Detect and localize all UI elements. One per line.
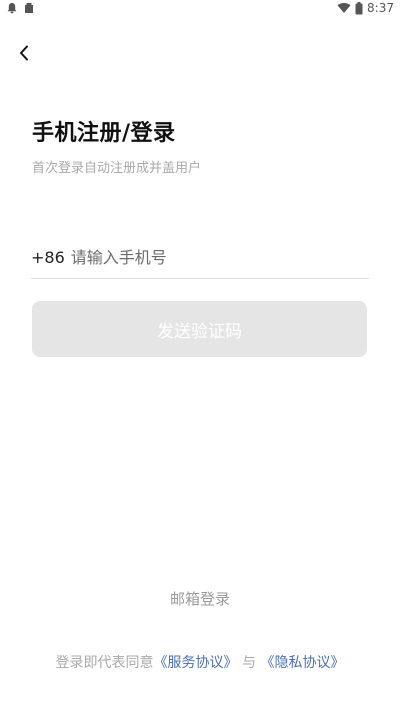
country-code[interactable]: +86 bbox=[31, 248, 65, 267]
phone-input-underline bbox=[31, 278, 369, 279]
status-bar-left bbox=[6, 2, 35, 14]
back-button[interactable] bbox=[12, 40, 36, 66]
notification-app-icon bbox=[25, 3, 33, 13]
battery-icon bbox=[355, 1, 363, 14]
chevron-left-icon bbox=[20, 45, 28, 61]
status-bar-right: 8:37 bbox=[337, 1, 394, 15]
phone-number-input[interactable] bbox=[70, 247, 369, 267]
email-login-link[interactable]: 邮箱登录 bbox=[0, 588, 400, 609]
phone-input-row: +86 bbox=[31, 238, 369, 276]
agreement-prefix: 登录即代表同意 bbox=[55, 655, 154, 671]
service-agreement-link[interactable]: 《服务协议》 bbox=[154, 655, 238, 671]
agreement-text: 登录即代表同意《服务协议》 与 《隐私协议》 bbox=[0, 652, 400, 672]
status-time: 8:37 bbox=[367, 1, 394, 15]
send-verification-code-button[interactable]: 发送验证码 bbox=[32, 301, 367, 357]
agreement-joiner: 与 bbox=[242, 655, 256, 671]
page-title: 手机注册/登录 bbox=[32, 121, 176, 146]
wifi-icon bbox=[337, 2, 351, 14]
status-bar: 8:37 bbox=[0, 0, 400, 18]
page-subtitle: 首次登录自动注册成并盖用户 bbox=[32, 161, 202, 176]
privacy-agreement-link[interactable]: 《隐私协议》 bbox=[260, 655, 344, 671]
notification-bell-icon bbox=[7, 3, 17, 14]
